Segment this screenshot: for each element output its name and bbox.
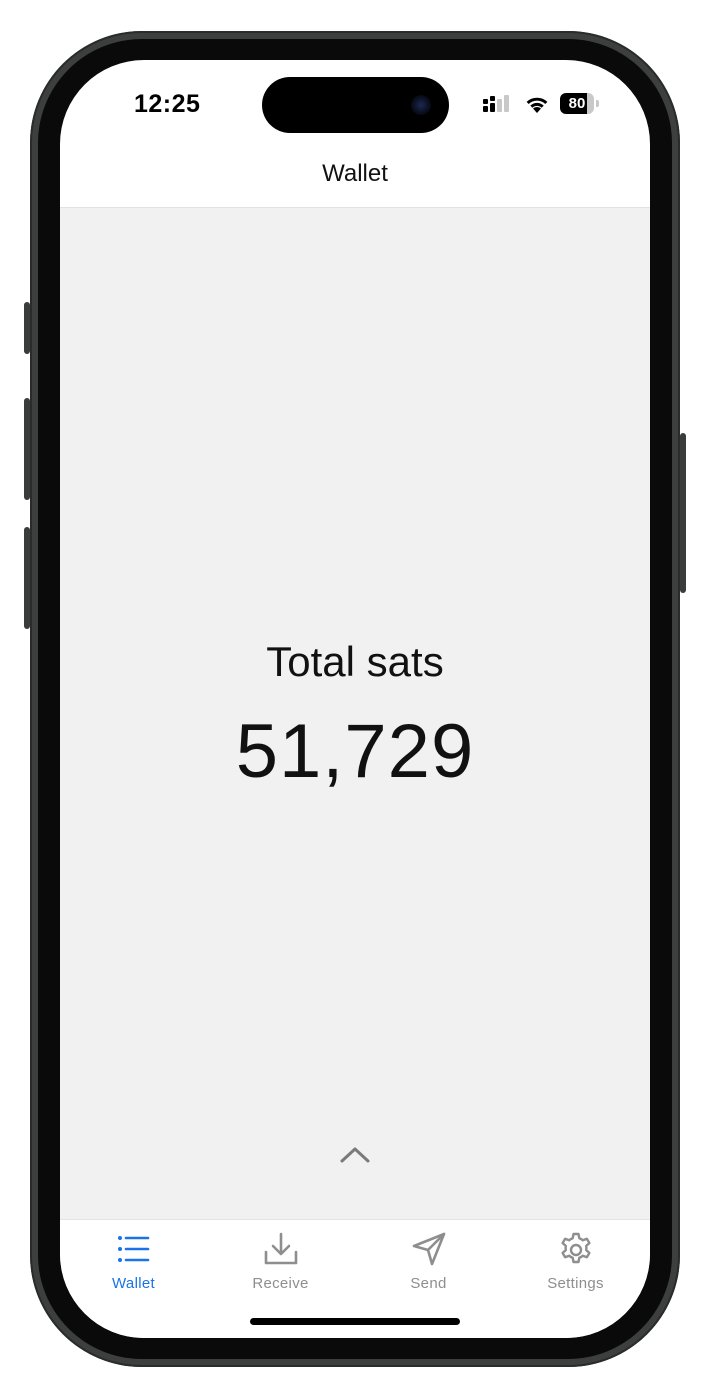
page-title: Wallet <box>322 160 388 187</box>
list-icon <box>118 1236 150 1262</box>
tab-send-label: Send <box>410 1275 447 1292</box>
gear-icon <box>561 1232 591 1264</box>
tab-send[interactable]: Send <box>355 1220 502 1300</box>
front-camera <box>411 95 431 115</box>
total-sats-label: Total sats <box>266 638 444 685</box>
tab-settings-label: Settings <box>547 1275 604 1292</box>
status-time: 12:25 <box>134 90 201 118</box>
dynamic-island <box>262 77 449 133</box>
tab-wallet-label: Wallet <box>112 1275 155 1292</box>
total-sats-value: 51,729 <box>235 709 475 794</box>
power-button <box>680 433 686 593</box>
send-icon <box>412 1232 446 1266</box>
tab-receive-label: Receive <box>252 1275 309 1292</box>
action-button <box>24 302 30 354</box>
navigation-bar: Wallet <box>60 150 650 208</box>
tab-wallet[interactable]: Wallet <box>60 1220 207 1300</box>
tab-settings[interactable]: Settings <box>502 1220 649 1300</box>
battery-level: 80 <box>568 95 586 112</box>
battery-indicator: 80 <box>560 93 600 114</box>
tab-receive[interactable]: Receive <box>207 1220 354 1300</box>
wallet-content: Total sats 51,729 <box>60 208 650 1219</box>
status-bar: 12:25 80 <box>60 60 650 150</box>
volume-down-button <box>24 527 30 629</box>
wifi-icon <box>526 97 548 113</box>
volume-up-button <box>24 398 30 500</box>
battery-tip <box>596 100 599 107</box>
home-indicator[interactable] <box>250 1318 460 1325</box>
phone-screen: 12:25 80 Wallet Total sats 51,729 Wallet… <box>60 60 650 1338</box>
cellular-signal-icon <box>483 95 509 112</box>
download-icon <box>264 1232 298 1265</box>
chevron-up-icon[interactable] <box>338 1144 372 1166</box>
